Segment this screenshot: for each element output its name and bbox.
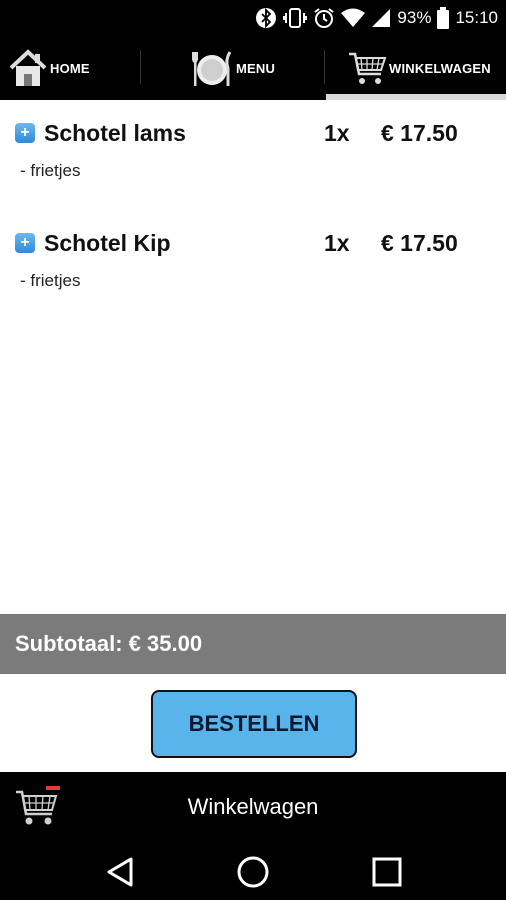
tab-menu-label: MENU — [236, 60, 276, 76]
tab-menu[interactable]: MENU — [190, 36, 275, 100]
wifi-icon — [341, 8, 366, 28]
item-price: € 17.50 — [381, 230, 458, 256]
home-circle-icon[interactable] — [233, 854, 273, 890]
tab-winkelwagen-label: WINKELWAGEN — [389, 60, 491, 76]
battery-percent: 93% — [397, 8, 432, 27]
subtotal-bar: Subtotaal: € 35.00 — [0, 614, 506, 674]
bluetooth-icon — [255, 7, 277, 29]
item-price: € 17.50 — [381, 120, 458, 146]
cart-icon — [347, 48, 387, 88]
status-icons: 93% 15:10 — [255, 0, 498, 36]
item-quantity: 1x — [324, 230, 350, 256]
alarm-icon — [313, 7, 335, 29]
tab-divider — [324, 50, 325, 84]
bottom-title-bar: Winkelwagen — [0, 772, 506, 844]
clock-time: 15:10 — [455, 8, 498, 27]
recents-icon[interactable] — [367, 854, 407, 890]
subtotal-label: Subtotaal: € 35.00 — [15, 631, 203, 656]
home-icon — [8, 48, 48, 88]
cart-list: + Schotel lams 1x € 17.50 - frietjes + S… — [0, 100, 506, 614]
item-name: Schotel lams — [44, 120, 186, 146]
expand-plus-icon[interactable]: + — [15, 123, 35, 143]
back-icon[interactable] — [100, 854, 140, 890]
screen-title: Winkelwagen — [187, 794, 319, 819]
status-bar: 93% 15:10 — [0, 0, 506, 36]
top-tab-bar: HOME MENU WINKELWAGEN — [0, 36, 506, 100]
item-option: - frietjes — [20, 271, 81, 290]
menu-plate-icon — [190, 48, 234, 88]
item-name: Schotel Kip — [44, 230, 171, 256]
cart-item[interactable]: + Schotel lams 1x € 17.50 - frietjes — [0, 100, 506, 200]
order-button[interactable]: BESTELLEN — [151, 690, 357, 758]
item-option: - frietjes — [20, 161, 81, 180]
tab-winkelwagen[interactable]: WINKELWAGEN — [347, 36, 491, 100]
cart-item[interactable]: + Schotel Kip 1x € 17.50 - frietjes — [0, 210, 506, 310]
signal-icon — [371, 8, 391, 28]
vibrate-icon — [283, 7, 308, 29]
item-quantity: 1x — [324, 120, 350, 146]
expand-plus-icon[interactable]: + — [15, 233, 35, 253]
system-nav-bar — [0, 844, 506, 900]
tab-home[interactable]: HOME — [8, 36, 90, 100]
battery-icon — [437, 7, 450, 29]
order-area: BESTELLEN — [0, 674, 506, 772]
tab-divider — [140, 50, 141, 84]
tab-home-label: HOME — [50, 60, 90, 76]
